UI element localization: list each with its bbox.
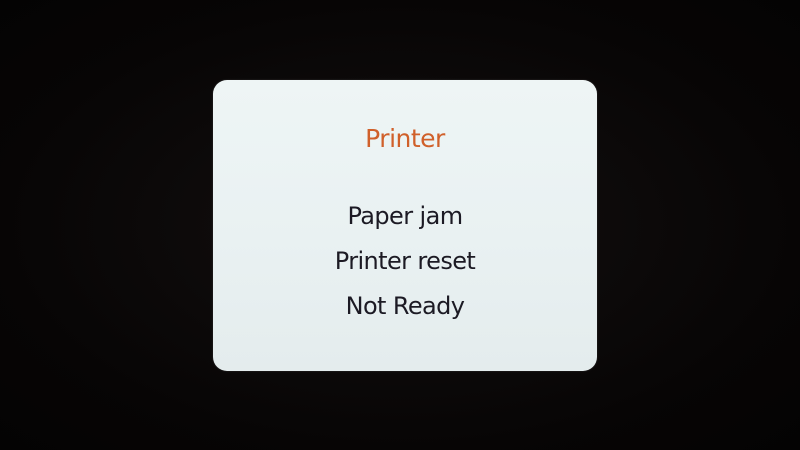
status-message-list: Paper jam Printer reset Not Ready: [213, 194, 597, 329]
dialog-title: Printer: [365, 124, 445, 153]
status-message-not-ready: Not Ready: [345, 292, 465, 320]
display-screen: Printer Paper jam Printer reset Not Read…: [0, 0, 800, 450]
status-message-printer-reset: Printer reset: [334, 247, 476, 275]
printer-status-dialog: Printer Paper jam Printer reset Not Read…: [213, 80, 597, 371]
status-message-paper-jam: Paper jam: [347, 202, 464, 230]
